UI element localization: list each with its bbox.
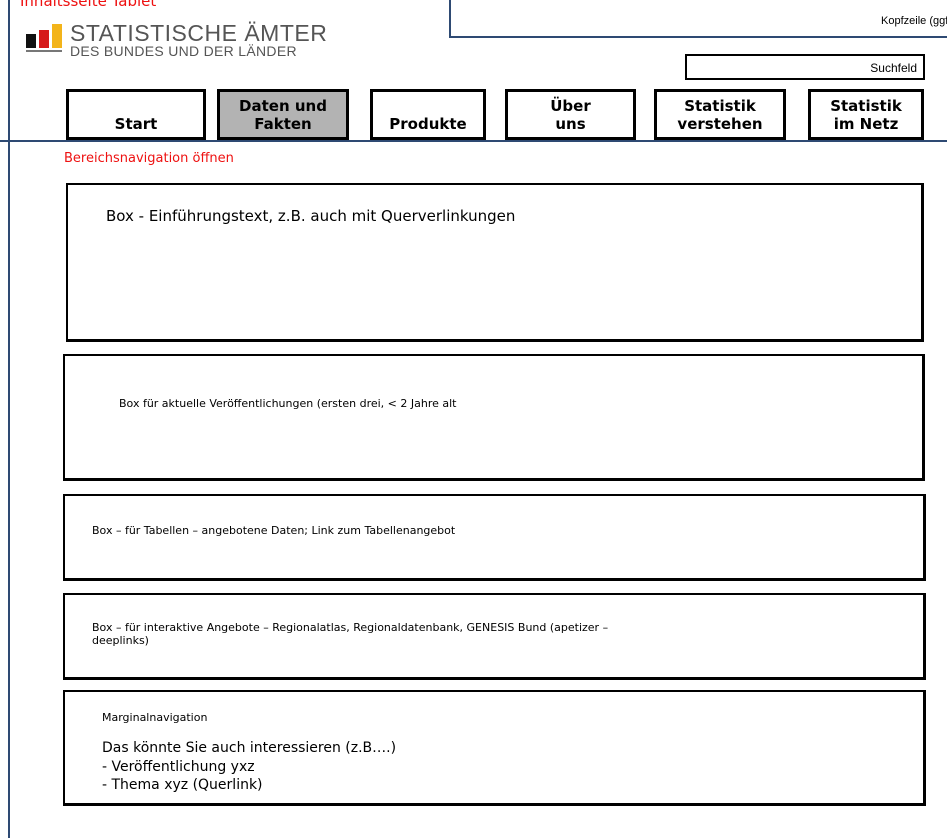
marginal-heading: Das könnte Sie auch interessieren (z.B….…: [102, 740, 397, 756]
logo-bar-red-icon: [39, 30, 49, 48]
nav-label: Daten und Fakten: [239, 97, 327, 133]
marginal-navigation-box: Marginalnavigation Das könnte Sie auch i…: [63, 690, 926, 806]
publications-text: Box für aktuelle Veröffentlichungen (ers…: [119, 397, 457, 410]
nav-produkte[interactable]: Produkte: [370, 89, 486, 140]
nav-label: Statistik im Netz: [830, 97, 902, 133]
nav-statistik-verstehen[interactable]: Statistik verstehen: [654, 89, 786, 140]
nav-label: Über uns: [550, 97, 591, 133]
logo-bar-gold-icon: [52, 24, 62, 48]
logo-bar-black-icon: [26, 34, 36, 48]
nav-label: Statistik verstehen: [677, 97, 763, 133]
logo-subtitle: DES BUNDES UND DER LÄNDER: [70, 43, 297, 59]
search-field[interactable]: Suchfeld: [685, 54, 925, 80]
nav-label: Produkte: [389, 115, 467, 133]
tables-text: Box – für Tabellen – angebotene Daten; L…: [92, 524, 456, 537]
nav-ueber-uns[interactable]: Über uns: [505, 89, 636, 140]
marginal-link-veroeffentlichung[interactable]: - Veröffentlichung yxz: [102, 759, 255, 775]
logo-underline: [26, 50, 62, 52]
kopfzeile-label: Kopfzeile (ggf.): [881, 15, 947, 27]
publications-box: Box für aktuelle Veröffentlichungen (ers…: [63, 354, 925, 481]
intro-box: Box - Einführungstext, z.B. auch mit Que…: [66, 183, 924, 342]
kopfzeile-area: Kopfzeile (ggf.): [449, 0, 947, 38]
nav-label: Start: [114, 115, 158, 133]
marginal-link-thema[interactable]: - Thema xyz (Querlink): [102, 777, 263, 793]
page-label: Inhaltsseite Tablet: [20, 0, 157, 10]
left-frame-line: [8, 0, 10, 838]
marginal-label: Marginalnavigation: [102, 711, 208, 724]
nav-start[interactable]: Start: [66, 89, 206, 140]
interactive-box: Box – für interaktive Angebote – Regiona…: [63, 593, 926, 680]
tables-box: Box – für Tabellen – angebotene Daten; L…: [63, 494, 926, 581]
bereichsnavigation-link[interactable]: Bereichsnavigation öffnen: [64, 151, 234, 166]
interactive-text: Box – für interaktive Angebote – Regiona…: [92, 621, 609, 647]
nav-statistik-im-netz[interactable]: Statistik im Netz: [808, 89, 924, 140]
header-separator: [0, 140, 947, 142]
nav-daten-und-fakten[interactable]: Daten und Fakten: [217, 89, 349, 140]
intro-text: Box - Einführungstext, z.B. auch mit Que…: [106, 207, 516, 225]
